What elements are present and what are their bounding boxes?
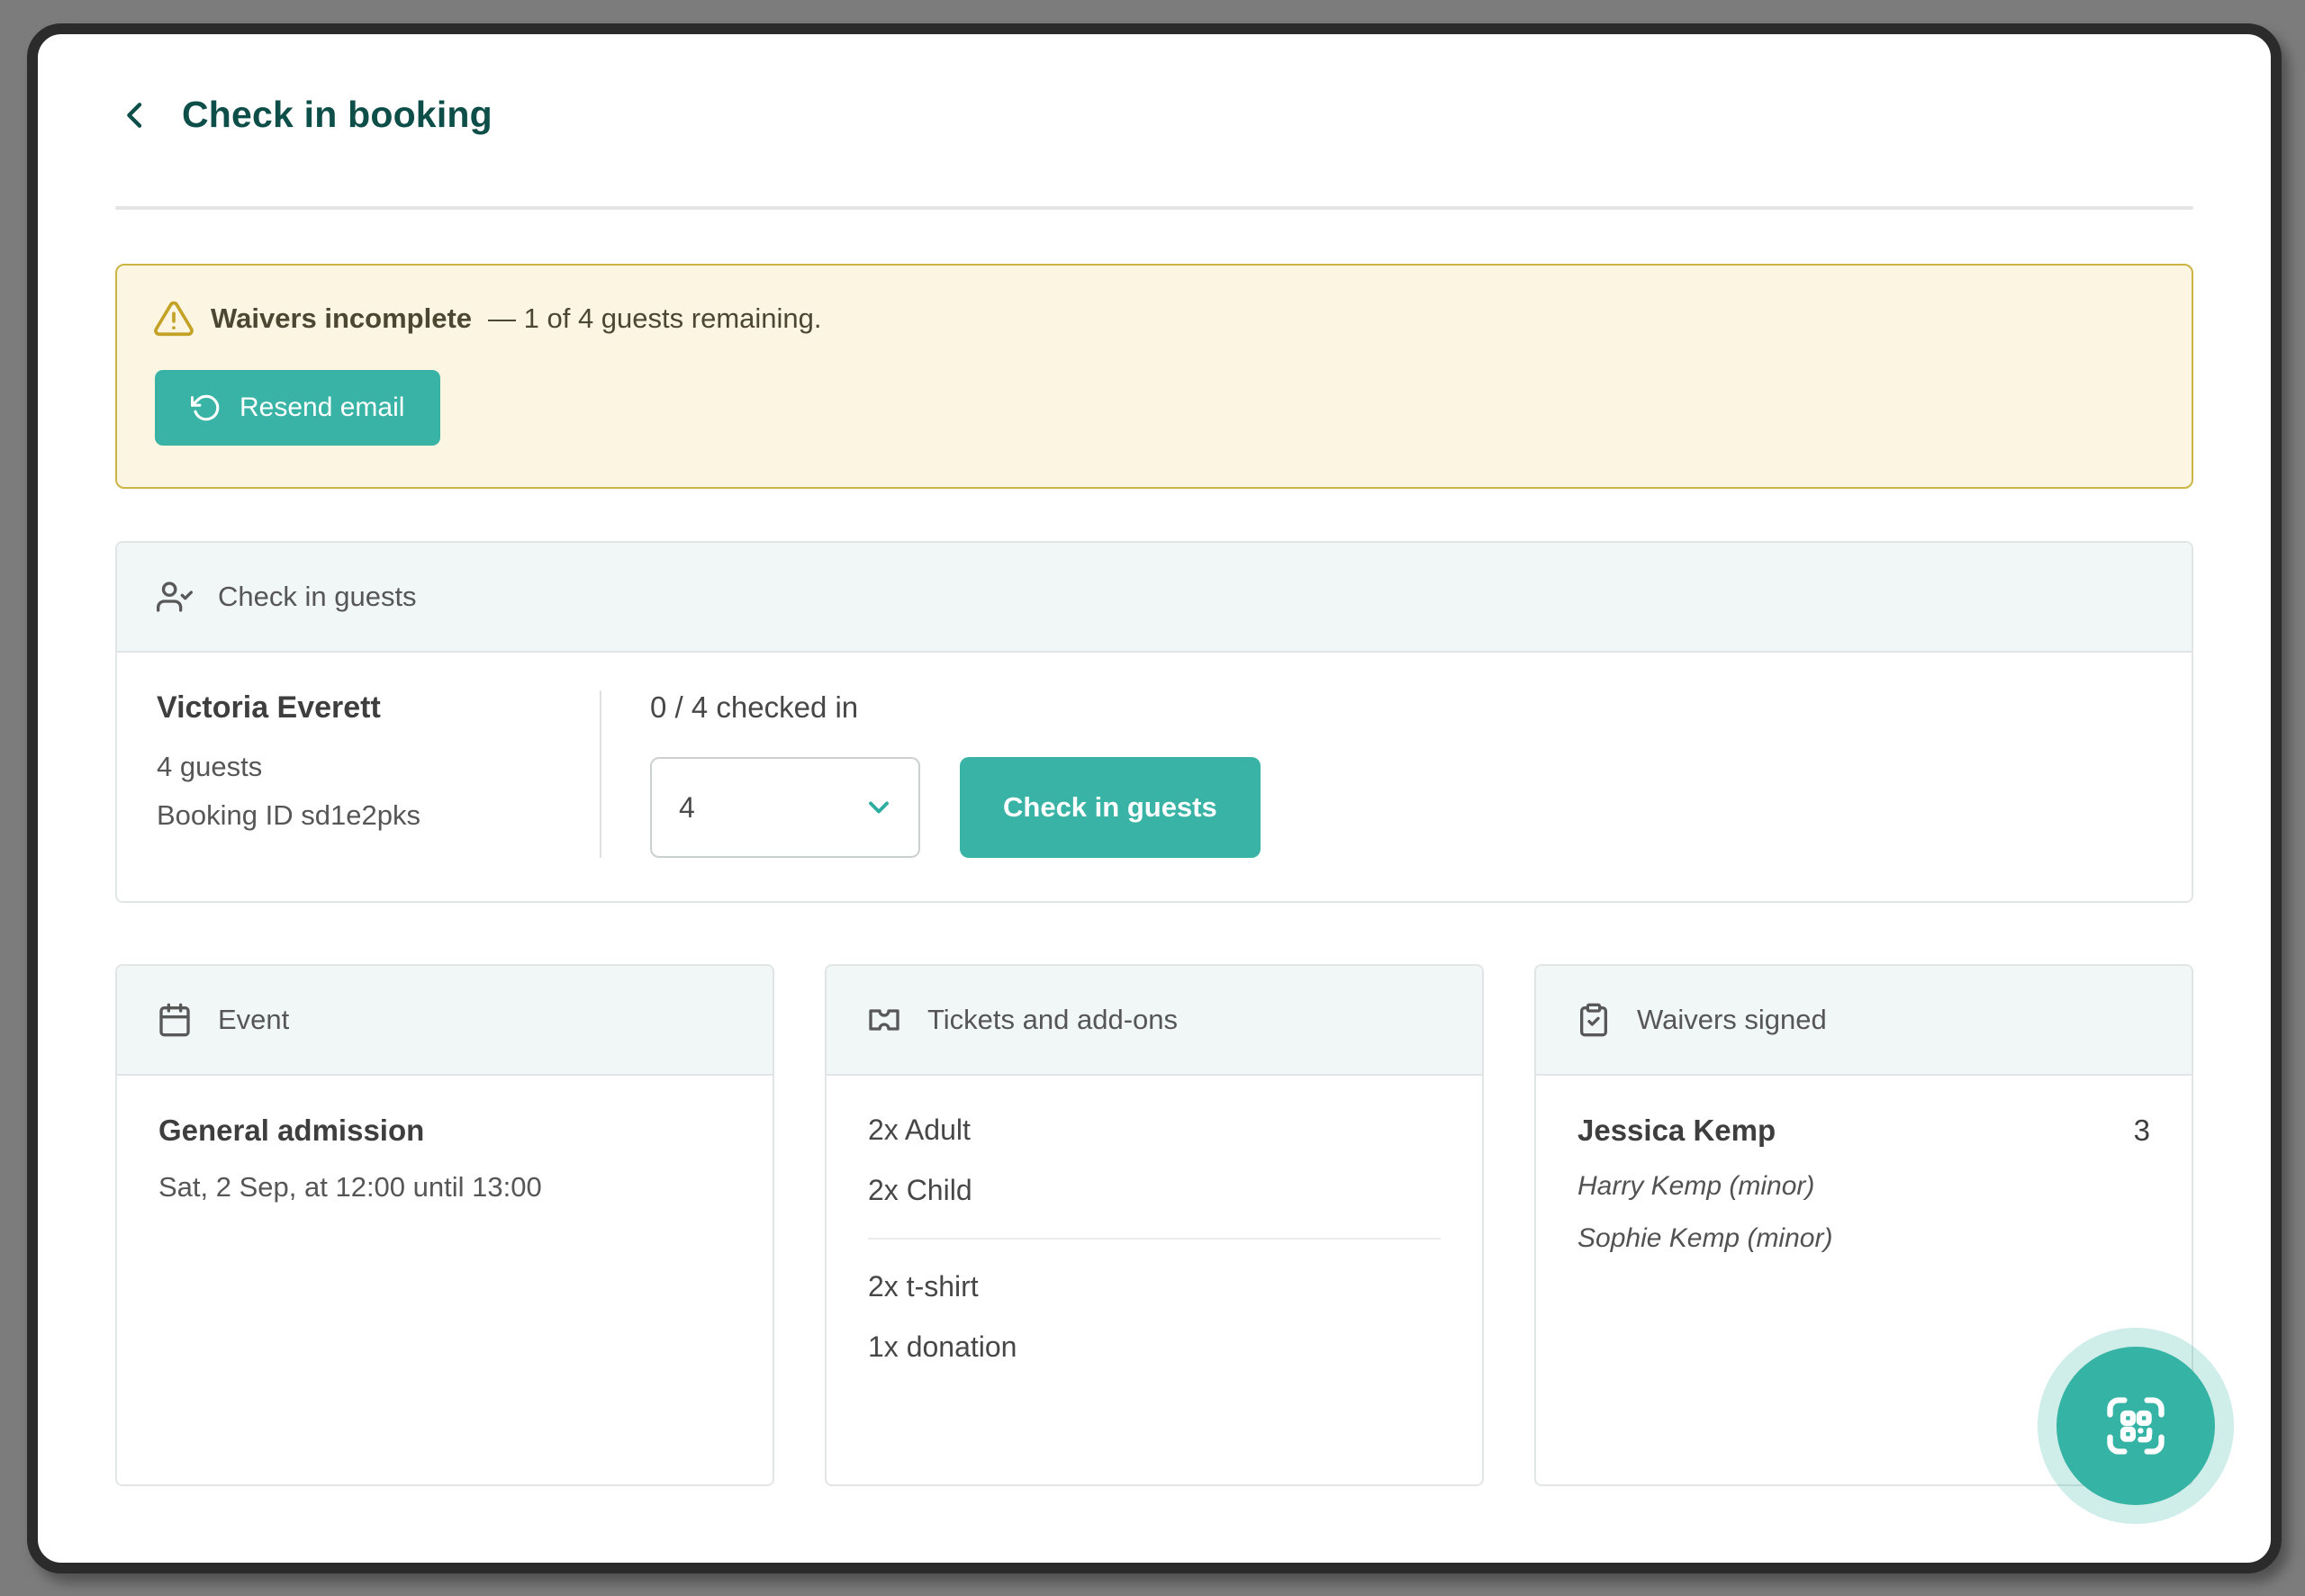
event-card: Event General admission Sat, 2 Sep, at 1… [115, 964, 774, 1486]
ticket-icon [866, 1002, 902, 1038]
ticket-lines: 2x Adult 2x Child [868, 1114, 1441, 1207]
event-name: General admission [158, 1114, 731, 1148]
guest-quantity-value: 4 [679, 791, 695, 825]
tickets-addons-divider [868, 1238, 1441, 1240]
waiver-minor: Harry Kemp (minor) [1577, 1171, 2150, 1202]
qr-scan-icon [2102, 1392, 2170, 1460]
warning-triangle-icon [153, 298, 194, 339]
tickets-card: Tickets and add-ons 2x Adult 2x Child 2x… [825, 964, 1484, 1486]
check-in-guests-header: Check in guests [117, 543, 2192, 653]
page-header-row: Check in booking [115, 94, 2193, 136]
qr-scan-button[interactable] [2056, 1347, 2215, 1505]
chevron-left-icon [117, 97, 153, 133]
ticket-line: 2x Child [868, 1174, 1441, 1207]
tickets-card-body: 2x Adult 2x Child 2x t-shirt 1x donation [827, 1076, 1482, 1484]
check-in-guests-header-label: Check in guests [218, 581, 417, 613]
waiver-minors: Harry Kemp (minor) Sophie Kemp (minor) [1577, 1171, 2150, 1254]
banner-title: Waivers incomplete [211, 302, 472, 335]
check-in-controls: 0 / 4 checked in 4 Check in guests [650, 690, 1261, 858]
resend-email-button[interactable]: Resend email [155, 370, 440, 446]
ticket-line: 2x Adult [868, 1114, 1441, 1147]
waiver-signer-row: Jessica Kemp 3 [1577, 1114, 2150, 1148]
tickets-card-header: Tickets and add-ons [827, 966, 1482, 1076]
guest-count: 4 guests [157, 751, 600, 783]
addon-lines: 2x t-shirt 1x donation [868, 1270, 1441, 1364]
event-card-body: General admission Sat, 2 Sep, at 12:00 u… [117, 1076, 773, 1484]
app-window: Check in booking Waivers incomplete — 1 … [27, 23, 2282, 1573]
waivers-card-header-label: Waivers signed [1637, 1004, 1827, 1036]
user-check-icon [157, 579, 193, 615]
header-divider [115, 206, 2193, 210]
waivers-card-header: Waivers signed [1536, 966, 2192, 1076]
resend-email-label: Resend email [240, 392, 404, 423]
vertical-divider [600, 690, 601, 858]
chevron-down-icon [863, 791, 895, 824]
waiver-warning-banner: Waivers incomplete — 1 of 4 guests remai… [115, 264, 2193, 489]
clipboard-check-icon [1576, 1002, 1612, 1038]
guest-quantity-select[interactable]: 4 [650, 757, 920, 858]
guest-name: Victoria Everett [157, 690, 600, 726]
event-card-header-label: Event [218, 1004, 289, 1036]
check-in-guests-button-label: Check in guests [1003, 791, 1217, 823]
event-schedule: Sat, 2 Sep, at 12:00 until 13:00 [158, 1171, 731, 1204]
calendar-icon [157, 1002, 193, 1038]
banner-text: — 1 of 4 guests remaining. [488, 302, 821, 335]
check-in-guests-body: Victoria Everett 4 guests Booking ID sd1… [117, 653, 2192, 901]
booking-id: Booking ID sd1e2pks [157, 799, 600, 832]
back-button[interactable] [115, 95, 155, 135]
addon-line: 2x t-shirt [868, 1270, 1441, 1303]
waiver-signer: Jessica Kemp [1577, 1114, 1776, 1148]
checked-in-progress: 0 / 4 checked in [650, 690, 1261, 725]
tickets-card-header-label: Tickets and add-ons [927, 1004, 1178, 1036]
waiver-count: 3 [2134, 1114, 2150, 1148]
info-cards: Event General admission Sat, 2 Sep, at 1… [115, 964, 2193, 1486]
addon-line: 1x donation [868, 1330, 1441, 1364]
page-title: Check in booking [182, 94, 493, 136]
event-card-header: Event [117, 966, 773, 1076]
check-in-guests-button[interactable]: Check in guests [960, 757, 1261, 858]
check-in-guests-panel: Check in guests Victoria Everett 4 guest… [115, 541, 2193, 903]
waiver-minor: Sophie Kemp (minor) [1577, 1223, 2150, 1254]
rotate-ccw-icon [191, 392, 221, 423]
booking-summary: Victoria Everett 4 guests Booking ID sd1… [157, 690, 600, 858]
banner-message-row: Waivers incomplete — 1 of 4 guests remai… [153, 298, 2156, 339]
